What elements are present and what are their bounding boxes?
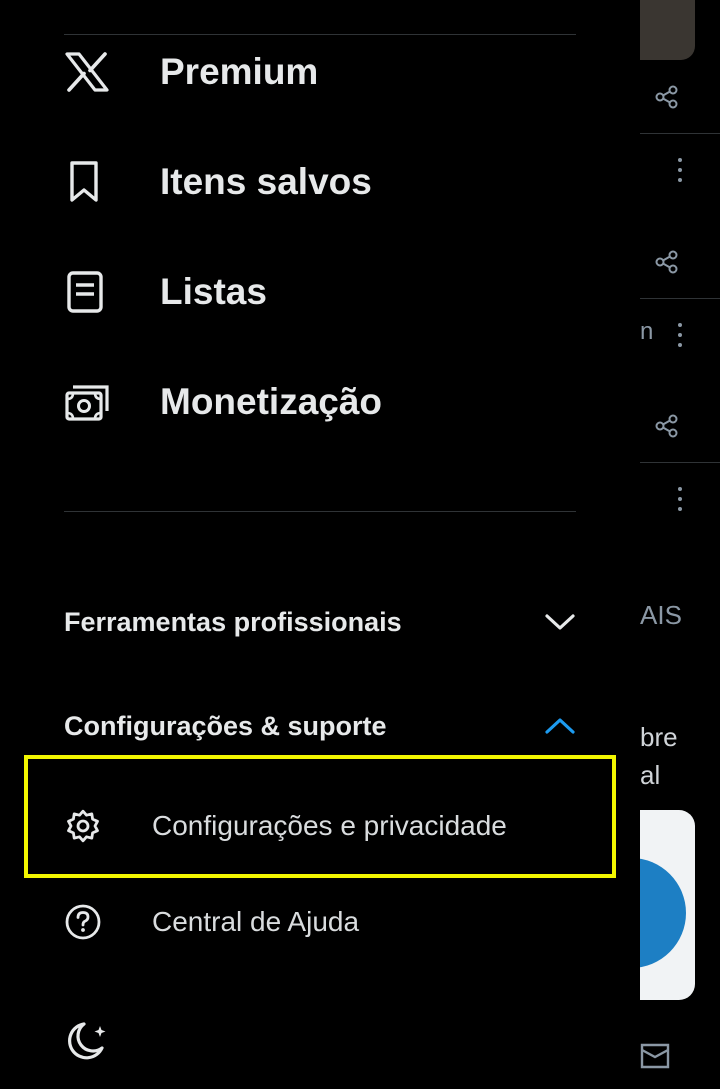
navigation-drawer: Premium Itens salvos Listas Monetização … — [0, 0, 640, 1089]
feed-divider — [640, 462, 720, 463]
feed-text-fragment: n — [640, 318, 654, 345]
nav-item-saved[interactable]: Itens salvos — [64, 152, 372, 212]
feed-media-thumbnail[interactable] — [640, 0, 695, 60]
share-icon[interactable] — [654, 84, 680, 110]
divider — [64, 34, 576, 35]
feed-divider — [640, 133, 720, 134]
chevron-up-icon — [544, 716, 576, 736]
nav-item-label: Monetização — [160, 381, 383, 422]
bookmark-icon — [64, 157, 114, 207]
nav-item-monetization[interactable]: Monetização — [64, 372, 382, 432]
nav-item-label: Itens salvos — [160, 161, 372, 202]
money-icon — [64, 377, 114, 427]
more-options-icon[interactable] — [678, 157, 682, 183]
more-options-icon[interactable] — [678, 486, 682, 512]
feed-divider — [640, 298, 720, 299]
list-icon — [64, 267, 114, 317]
share-icon[interactable] — [654, 249, 680, 275]
section-settings-support[interactable]: Configurações & suporte — [64, 701, 576, 751]
feed-text-fragment: al — [640, 760, 661, 790]
section-label: Configurações & suporte — [64, 710, 387, 741]
nav-item-premium[interactable]: Premium — [64, 42, 318, 102]
chevron-down-icon — [544, 612, 576, 632]
section-label: Ferramentas profissionais — [64, 606, 402, 637]
x-logo-icon — [64, 47, 114, 97]
help-center-label: Central de Ajuda — [152, 906, 360, 937]
highlight-box — [24, 755, 616, 878]
section-professional-tools[interactable]: Ferramentas profissionais — [64, 597, 576, 647]
nav-item-label: Listas — [160, 271, 267, 312]
background-feed: n AIS bre al — [630, 0, 720, 1089]
nav-item-lists[interactable]: Listas — [64, 262, 267, 322]
moon-stars-icon — [64, 1020, 110, 1062]
feed-text-fragment: bre — [640, 722, 678, 752]
theme-toggle-button[interactable] — [64, 1020, 110, 1062]
help-center-item[interactable]: Central de Ajuda — [64, 897, 359, 947]
help-icon — [64, 903, 102, 941]
divider — [64, 511, 576, 512]
feed-text-fragment: AIS — [640, 600, 682, 630]
messages-icon[interactable] — [640, 1040, 670, 1070]
more-options-icon[interactable] — [678, 322, 682, 348]
nav-item-label: Premium — [160, 51, 319, 92]
share-icon[interactable] — [654, 413, 680, 439]
